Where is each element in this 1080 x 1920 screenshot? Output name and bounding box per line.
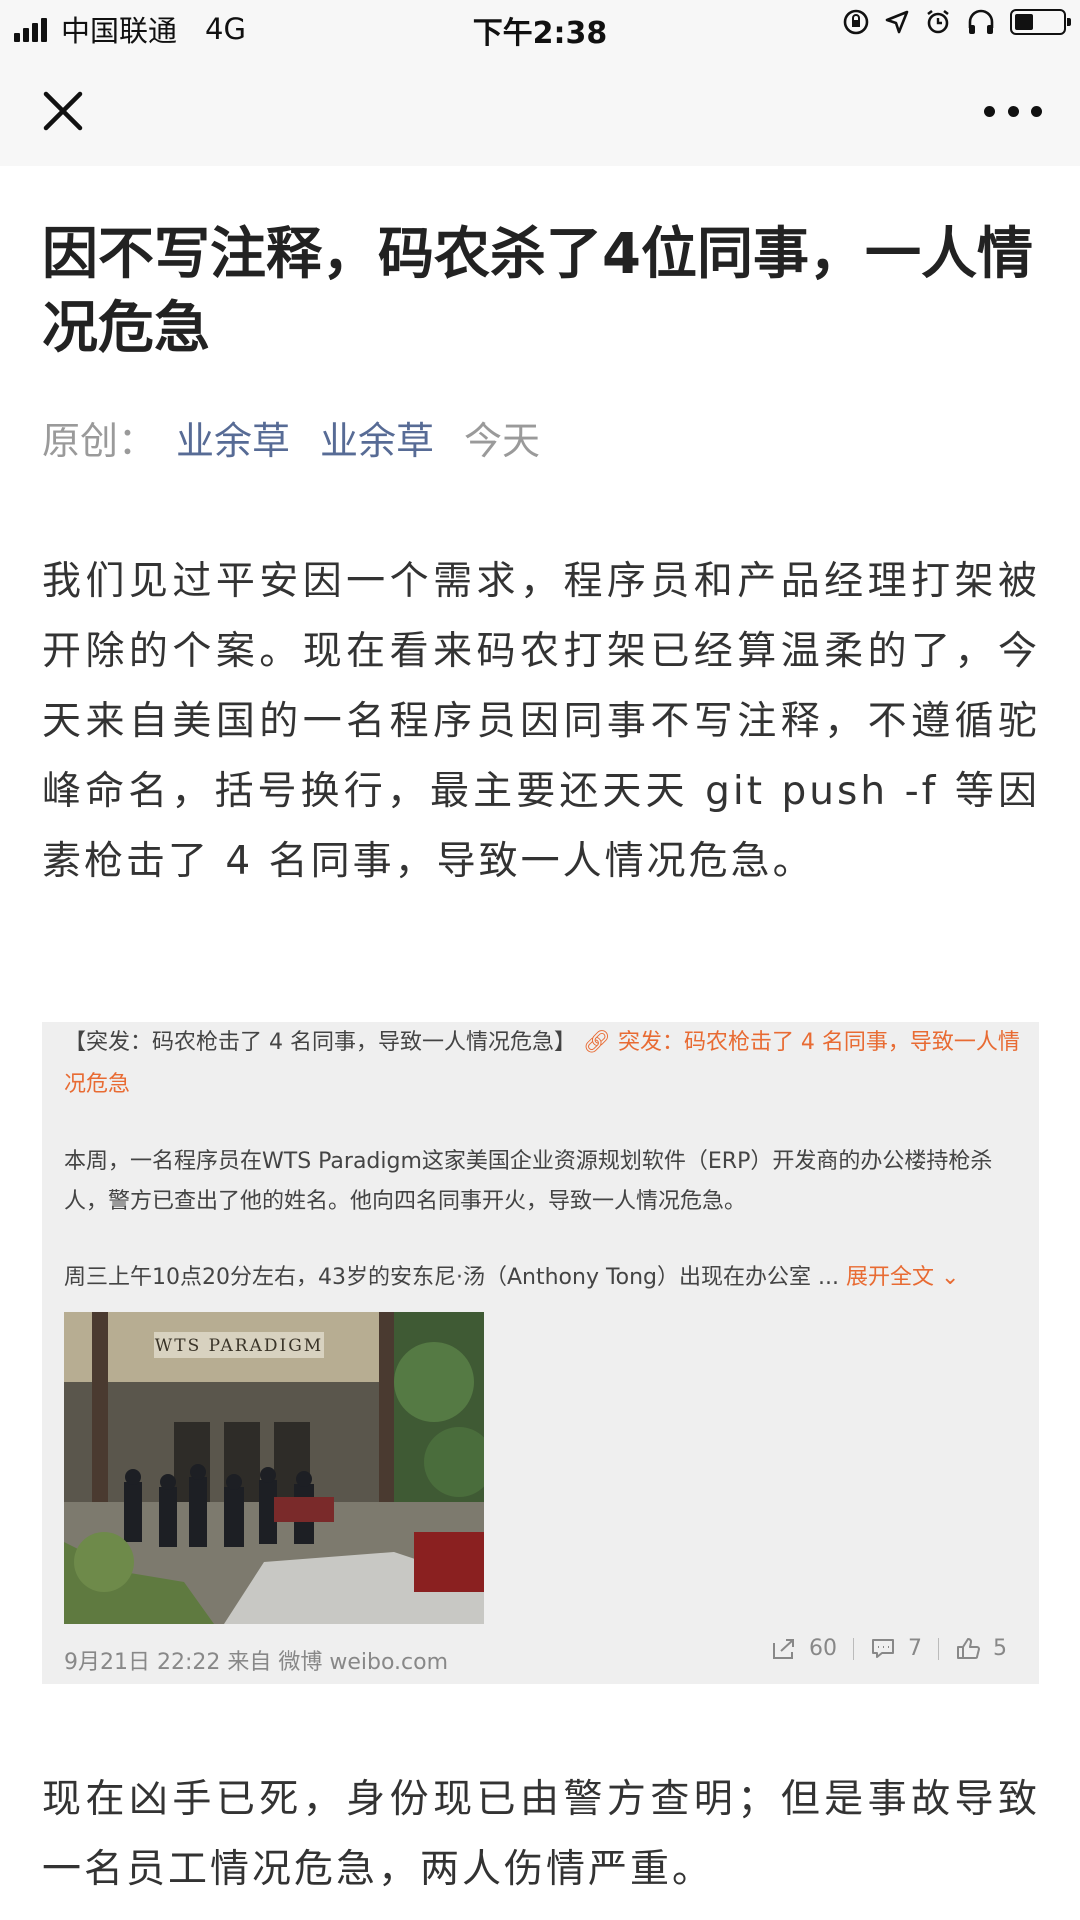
news-photo[interactable]: WTS PARADIGM [64,1312,484,1624]
headphones-icon [968,9,994,34]
building-sign: WTS PARADIGM [155,1336,323,1356]
divider [938,1637,939,1660]
publish-date: 今天 [464,419,541,463]
comment-count: 7 [908,1636,922,1661]
divider [853,1637,854,1660]
weibo-card: 【突发：码农枪击了 4 名同事，导致一人情况危急】 🔗︎ 突发：码农枪击了 4 … [42,1022,1039,1684]
weibo-body-2-text: 周三上午10点20分左右，43岁的安东尼·汤（Anthony Tong）出现在办… [64,1265,839,1290]
battery-icon [1010,9,1071,35]
status-right [842,8,1071,36]
status-bar: 中国联通 4G 下午2:38 [0,0,1080,54]
original-label: 原创： [42,419,157,463]
weibo-body-1: 本周，一名程序员在WTS Paradigm这家美国企业资源规划软件（ERP）开发… [64,1149,993,1214]
more-icon[interactable] [984,102,1042,120]
article-paragraph-2: 现在凶手已死，身份现已由警方查明；但是事故导致一名员工情况危急，两人伤情严重。 [42,1777,1040,1892]
expand-link[interactable]: 展开全文 [846,1265,934,1290]
author-link[interactable]: 业余草 [176,410,290,465]
weibo-body-2: 周三上午10点20分左右，43岁的安东尼·汤（Anthony Tong）出现在办… [64,1258,1024,1298]
close-icon[interactable] [38,86,88,136]
share-icon[interactable] [771,1637,797,1661]
nav-bar [0,54,1080,166]
comment-icon[interactable] [870,1637,896,1661]
like-icon[interactable] [955,1637,981,1661]
share-count: 60 [809,1636,837,1661]
weibo-headline: 【突发：码农枪击了 4 名同事，导致一人情况危急】 🔗︎ 突发：码农枪击了 4 … [64,1022,1024,1106]
account-link[interactable]: 业余草 [320,410,434,465]
link-icon: 🔗︎ [583,1030,611,1055]
article-paragraph-1: 我们见过平安因一个需求，程序员和产品经理打架被开除的个案。现在看来码农打架已经算… [42,559,1040,884]
like-count: 5 [993,1636,1007,1661]
weibo-stats: 60 7 5 [771,1636,1007,1661]
alarm-icon [927,9,949,34]
rotation-lock-icon [843,9,869,35]
weibo-headline-text: 【突发：码农枪击了 4 名同事，导致一人情况危急】 [64,1030,576,1055]
article-meta: 原创： 业余草 业余草 今天 [42,410,540,465]
chevron-down-icon: ⌄ [941,1265,960,1290]
location-icon [885,10,909,34]
article-title: 因不写注释，码农杀了4位同事，一人情况危急 [42,222,1033,361]
